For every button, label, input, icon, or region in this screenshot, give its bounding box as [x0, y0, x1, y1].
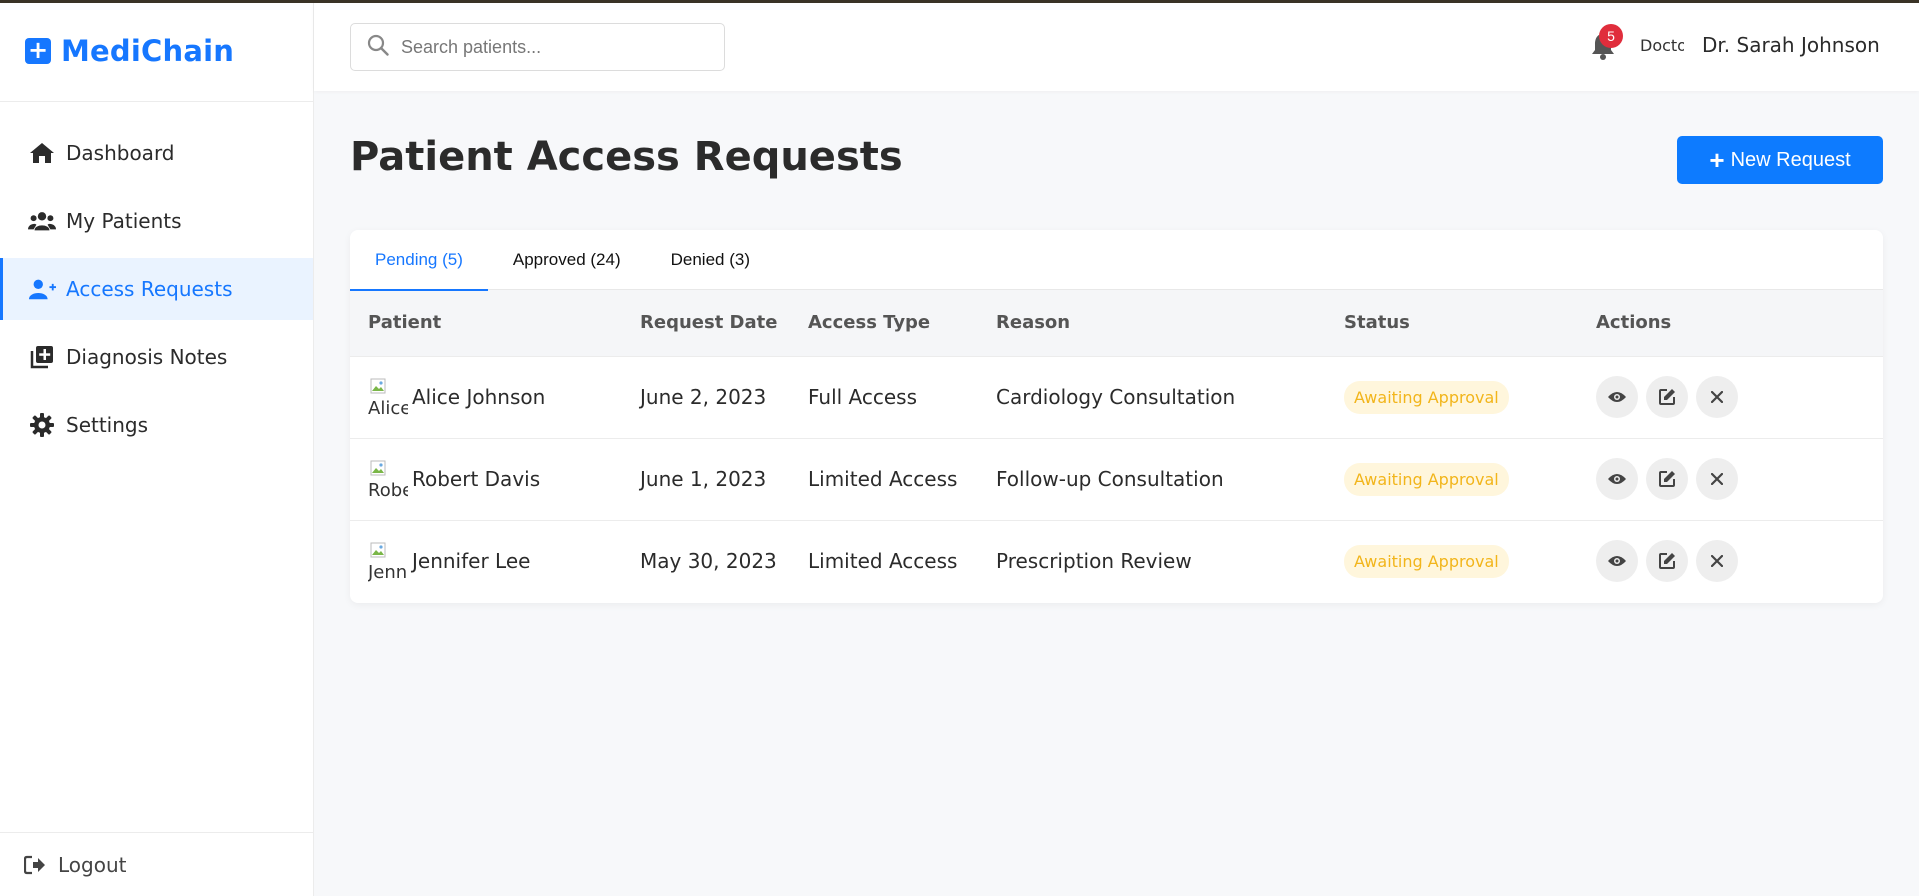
user-name[interactable]: Dr. Sarah Johnson — [1702, 33, 1880, 57]
close-icon — [1711, 473, 1723, 485]
deny-button[interactable] — [1696, 376, 1738, 418]
sidebar-nav: Dashboard My Patients Access Requests Di… — [0, 122, 313, 456]
deny-button[interactable] — [1696, 458, 1738, 500]
status-tabs: Pending (5) Approved (24) Denied (3) — [350, 230, 1883, 291]
column-header-reason[interactable]: Reason — [978, 290, 1326, 356]
users-icon — [28, 210, 56, 232]
row-actions — [1596, 540, 1883, 583]
request-date: June 1, 2023 — [640, 467, 767, 491]
edit-button[interactable] — [1646, 458, 1688, 500]
request-reason: Prescription Review — [996, 549, 1192, 574]
logout-label: Logout — [58, 852, 127, 877]
avatar-alt-text: Robert Davis — [368, 480, 408, 500]
search-icon — [367, 34, 389, 60]
gear-icon — [28, 413, 56, 437]
sidebar-item-label: My Patients — [66, 209, 182, 233]
status-badge: Awaiting Approval — [1344, 462, 1509, 496]
avatar-alt-text: Alice Johnson — [368, 398, 408, 418]
request-date: May 30, 2023 — [640, 549, 777, 574]
access-type: Limited Access — [808, 467, 958, 491]
avatar-alt-text: Jennifer Lee — [368, 562, 408, 583]
edit-button[interactable] — [1646, 376, 1688, 418]
patient-name: Robert Davis — [412, 467, 541, 491]
patient-avatar: Alice Johnson — [368, 376, 408, 418]
top-border — [0, 0, 1919, 3]
broken-image-icon — [370, 460, 386, 476]
status-badge: Awaiting Approval — [1344, 544, 1509, 578]
user-plus-icon — [28, 277, 56, 301]
tab-pending[interactable]: Pending (5) — [350, 230, 488, 291]
new-request-label: New Request — [1730, 148, 1851, 171]
sidebar-item-diagnosis-notes[interactable]: Diagnosis Notes — [0, 326, 313, 388]
tab-approved[interactable]: Approved (24) — [488, 230, 646, 290]
avatar-alt-text: Doctor — [1640, 36, 1684, 55]
patient-avatar: Robert Davis — [368, 458, 408, 500]
table-row[interactable]: Robert Davis Robert Davis June 1, 2023 L… — [350, 438, 1883, 520]
logout-button[interactable]: Logout — [0, 832, 313, 896]
column-header-status[interactable]: Status — [1326, 290, 1578, 356]
plus-icon: + — [1709, 145, 1725, 175]
sidebar-item-label: Dashboard — [66, 141, 175, 165]
access-type: Limited Access — [808, 549, 958, 574]
sidebar-item-label: Access Requests — [66, 277, 233, 301]
request-reason: Cardiology Consultation — [996, 385, 1236, 409]
brand-name: MediChain — [61, 33, 235, 68]
eye-icon — [1608, 474, 1626, 484]
notification-count-badge: 5 — [1599, 24, 1623, 48]
doctor-avatar[interactable]: Doctor — [1640, 24, 1684, 68]
requests-table: Patient Request Date Access Type Reason … — [350, 290, 1883, 602]
brand[interactable]: + MediChain — [0, 0, 313, 102]
page-title: Patient Access Requests — [350, 134, 903, 180]
sidebar-item-settings[interactable]: Settings — [0, 394, 313, 456]
patient-name: Jennifer Lee — [412, 549, 531, 574]
tab-denied[interactable]: Denied (3) — [646, 230, 775, 290]
logout-icon — [24, 855, 46, 875]
edit-button[interactable] — [1646, 540, 1688, 583]
eye-icon — [1608, 392, 1626, 402]
column-header-actions: Actions — [1596, 312, 1672, 334]
search-box[interactable] — [350, 23, 725, 71]
sidebar-item-my-patients[interactable]: My Patients — [0, 190, 313, 252]
access-type: Full Access — [808, 385, 918, 409]
column-header-request-date[interactable]: Request Date — [622, 290, 790, 356]
edit-icon — [1659, 553, 1675, 570]
close-icon — [1711, 555, 1723, 568]
request-date: June 2, 2023 — [640, 385, 767, 409]
column-header-access-type[interactable]: Access Type — [790, 290, 978, 356]
table-header-row: Patient Request Date Access Type Reason … — [350, 290, 1883, 356]
sidebar-item-dashboard[interactable]: Dashboard — [0, 122, 313, 184]
row-actions — [1596, 458, 1883, 500]
patient-avatar: Jennifer Lee — [368, 540, 408, 582]
request-reason: Follow-up Consultation — [996, 467, 1224, 491]
close-icon — [1711, 391, 1723, 403]
medical-plus-icon: + — [25, 37, 51, 64]
view-button[interactable] — [1596, 458, 1638, 500]
eye-icon — [1608, 556, 1626, 567]
home-icon — [28, 141, 56, 165]
notes-plus-icon — [28, 345, 56, 369]
status-badge: Awaiting Approval — [1344, 380, 1509, 414]
table-row[interactable]: Jennifer Lee Jennifer Lee May 30, 2023 L… — [350, 520, 1883, 602]
top-header: 5 Doctor Dr. Sarah Johnson — [314, 0, 1919, 91]
view-button[interactable] — [1596, 540, 1638, 583]
row-actions — [1596, 376, 1883, 418]
broken-image-icon — [370, 542, 386, 558]
sidebar-item-label: Diagnosis Notes — [66, 345, 228, 369]
patient-name: Alice Johnson — [412, 385, 546, 409]
edit-icon — [1659, 471, 1675, 487]
deny-button[interactable] — [1696, 540, 1738, 583]
search-input[interactable] — [401, 36, 701, 58]
sidebar: + MediChain Dashboard My Patients Access… — [0, 0, 314, 896]
requests-card: Pending (5) Approved (24) Denied (3) Pat… — [350, 230, 1883, 603]
column-header-patient[interactable]: Patient — [350, 290, 622, 356]
table-row[interactable]: Alice Johnson Alice Johnson June 2, 2023… — [350, 356, 1883, 438]
view-button[interactable] — [1596, 376, 1638, 418]
broken-image-icon — [370, 378, 386, 394]
sidebar-item-access-requests[interactable]: Access Requests — [0, 258, 313, 320]
new-request-button[interactable]: + New Request — [1677, 136, 1883, 184]
sidebar-item-label: Settings — [66, 413, 149, 437]
edit-icon — [1659, 389, 1675, 405]
